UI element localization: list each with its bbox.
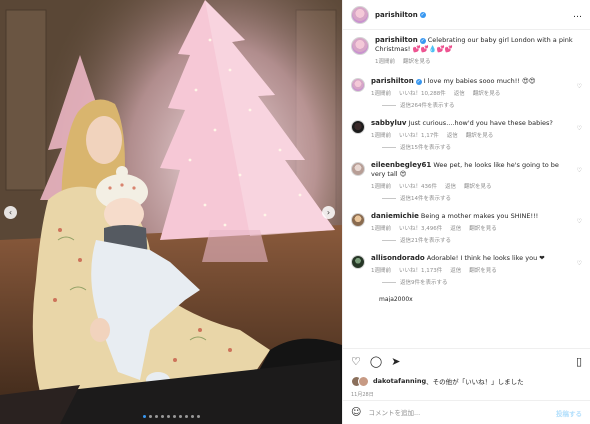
avatar[interactable] xyxy=(351,120,365,134)
heart-icon[interactable]: ♡ xyxy=(351,356,361,367)
comment-like-heart-icon[interactable]: ♡ xyxy=(577,125,582,132)
add-comment-bar: ☺ 投稿する xyxy=(343,400,590,424)
chevron-left-icon: ‹ xyxy=(8,207,13,217)
translate-link[interactable]: 翻訳を見る xyxy=(466,131,494,139)
reply-button[interactable]: 返信 xyxy=(450,224,461,232)
partial-comment-username[interactable]: maja2000x xyxy=(379,296,582,302)
comment-likes[interactable]: いいね！1,173件 xyxy=(399,266,442,274)
carousel-dot[interactable] xyxy=(154,415,158,418)
avatar[interactable] xyxy=(351,5,369,24)
view-replies-link[interactable]: 返信14件を表示する xyxy=(382,194,582,202)
translate-link[interactable]: 翻訳を見る xyxy=(469,224,497,232)
comment-like-heart-icon[interactable]: ♡ xyxy=(577,83,582,90)
caption-translate-link[interactable]: 翻訳を見る xyxy=(403,57,431,65)
translate-link[interactable]: 翻訳を見る xyxy=(473,89,501,97)
carousel-dot[interactable] xyxy=(190,415,194,418)
comment-time: 1週間前 xyxy=(371,184,391,190)
comment-text: Being a mother makes you SHINE!!! xyxy=(420,212,539,220)
translate-link[interactable]: 翻訳を見る xyxy=(464,182,492,190)
post-comment-button[interactable]: 投稿する xyxy=(556,408,582,418)
verified-badge-icon: ✓ xyxy=(419,11,426,18)
action-bar: ♡ ◯ ➤ ▯ xyxy=(343,348,590,374)
carousel-dot[interactable] xyxy=(142,415,146,418)
post-header: parishilton ✓ … xyxy=(343,0,590,30)
carousel-indicator xyxy=(0,415,342,418)
comment-username[interactable]: parishilton xyxy=(371,77,414,85)
comment-username[interactable]: allisondorado xyxy=(371,254,425,262)
bookmark-icon[interactable]: ▯ xyxy=(576,356,582,367)
reply-button[interactable]: 返信 xyxy=(450,266,461,274)
comment-likes[interactable]: いいね！1,17件 xyxy=(399,131,439,139)
reply-button[interactable]: 返信 xyxy=(454,89,465,97)
comment-row: sabbyluv Just curious....how'd you have … xyxy=(351,119,582,139)
comment-row: allisondorado Adorable! I think he looks… xyxy=(351,254,582,274)
view-replies-link[interactable]: 返信15件を表示する xyxy=(382,143,582,151)
translate-link[interactable]: 翻訳を見る xyxy=(469,266,497,274)
comment-likes[interactable]: いいね！436件 xyxy=(399,182,437,190)
avatar[interactable] xyxy=(351,37,369,55)
comment-like-heart-icon[interactable]: ♡ xyxy=(577,167,582,174)
verified-badge-icon: ✓ xyxy=(419,38,426,44)
post-detail-panel: parishilton ✓ … parishilton ✓ Celebrating… xyxy=(342,0,590,424)
comment-username[interactable]: eileenbegley61 xyxy=(371,161,431,169)
comment-row: eileenbegley61 Wee pet, he looks like he… xyxy=(351,161,582,190)
view-replies-link[interactable]: 返信21件を表示する xyxy=(382,236,582,244)
avatar xyxy=(358,375,369,387)
comment-row: parishilton ✓ I love my babies sooo much!… xyxy=(351,77,582,97)
carousel-dot[interactable] xyxy=(196,415,200,418)
carousel-dot[interactable] xyxy=(166,415,170,418)
avatar[interactable] xyxy=(351,255,365,269)
reply-button[interactable]: 返信 xyxy=(447,131,458,139)
header-username[interactable]: parishilton xyxy=(375,11,418,19)
view-replies-link[interactable]: 返信264件を表示する xyxy=(382,101,582,109)
caption-username[interactable]: parishilton xyxy=(375,36,418,44)
more-options-icon[interactable]: … xyxy=(573,10,582,20)
likes-text[interactable]: 、その他が「いいね！」しました xyxy=(426,376,524,386)
comment-time: 1週間前 xyxy=(371,268,391,274)
comment-time: 1週間前 xyxy=(371,226,391,232)
comment-input[interactable] xyxy=(368,408,549,417)
comment-like-heart-icon[interactable]: ♡ xyxy=(577,260,582,267)
avatar[interactable] xyxy=(351,162,365,176)
comment-icon[interactable]: ◯ xyxy=(370,356,382,367)
post-date: 11月28日 xyxy=(351,391,374,398)
post-photo[interactable]: ‹ › xyxy=(0,0,342,424)
comment-text: Just curious....how'd you have these bab… xyxy=(408,119,553,127)
comment-row: daniemichie Being a mother makes you SHI… xyxy=(351,212,582,232)
carousel-dot[interactable] xyxy=(148,415,152,418)
carousel-dot[interactable] xyxy=(160,415,164,418)
instagram-post-view: ‹ › parishilton ✓ … parishilton ✓ Celebra… xyxy=(0,0,590,424)
carousel-dot[interactable] xyxy=(178,415,182,418)
comment-time: 1週間前 xyxy=(371,91,391,97)
avatar[interactable] xyxy=(351,78,365,92)
carousel-next-button[interactable]: › xyxy=(322,206,335,219)
likes-summary: dakotafanning 、その他が「いいね！」しました xyxy=(343,374,590,388)
chevron-right-icon: › xyxy=(326,207,331,217)
emoji-icon[interactable]: ☺ xyxy=(351,407,361,418)
photo-illustration xyxy=(0,0,342,424)
comment-time: 1週間前 xyxy=(371,133,391,139)
comments-list: parishilton ✓ Celebrating our baby girl L… xyxy=(343,30,590,348)
comment-text: I love my babies sooo much!! 😍😍 xyxy=(423,77,536,85)
comment-likes[interactable]: いいね！10,288件 xyxy=(399,89,446,97)
caption: parishilton ✓ Celebrating our baby girl L… xyxy=(351,36,582,65)
comment-thread-list: parishilton ✓ I love my babies sooo much!… xyxy=(351,77,582,286)
comment-text: Adorable! I think he looks like you ❤ xyxy=(426,254,545,262)
carousel-dot[interactable] xyxy=(172,415,176,418)
share-icon[interactable]: ➤ xyxy=(391,356,400,367)
comment-username[interactable]: sabbyluv xyxy=(371,119,406,127)
avatar[interactable] xyxy=(351,213,365,227)
verified-badge-icon: ✓ xyxy=(415,79,422,85)
view-replies-link[interactable]: 返信9件を表示する xyxy=(382,278,582,286)
reply-button[interactable]: 返信 xyxy=(445,182,456,190)
carousel-prev-button[interactable]: ‹ xyxy=(4,206,17,219)
caption-time: 1週間前 xyxy=(375,59,395,65)
comment-like-heart-icon[interactable]: ♡ xyxy=(577,218,582,225)
likes-username[interactable]: dakotafanning xyxy=(373,377,426,385)
carousel-dot[interactable] xyxy=(184,415,188,418)
comment-likes[interactable]: いいね！3,496件 xyxy=(399,224,442,232)
comment-username[interactable]: daniemichie xyxy=(371,212,419,220)
